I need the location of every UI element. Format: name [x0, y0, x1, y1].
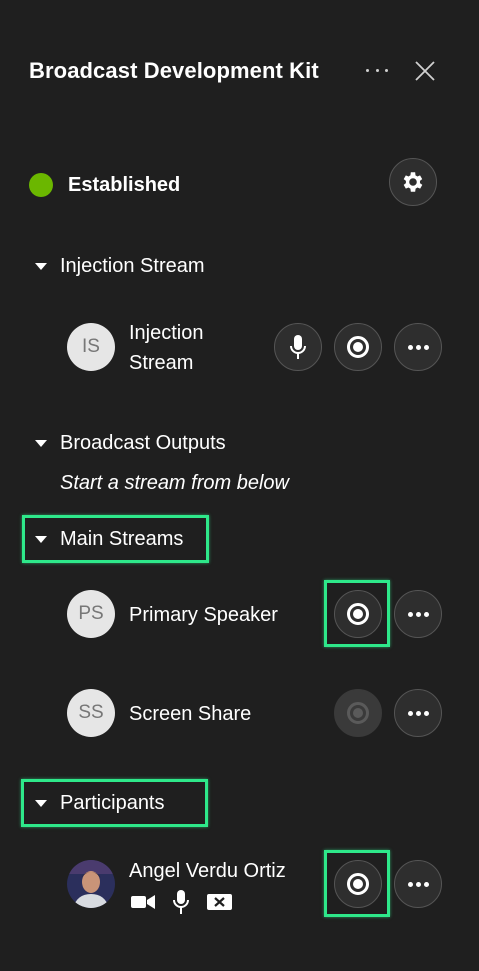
- record-icon: [347, 603, 369, 625]
- more-icon: [407, 710, 429, 716]
- panel-title: Broadcast Development Kit: [29, 58, 319, 83]
- caret-down-icon: [35, 800, 47, 807]
- more-options-icon[interactable]: [366, 60, 388, 80]
- more-button[interactable]: [394, 323, 442, 371]
- record-button[interactable]: [334, 590, 382, 638]
- stream-name: Screen Share: [129, 703, 252, 725]
- more-icon: [407, 611, 429, 617]
- avatar: IS: [67, 323, 115, 371]
- section-title: Broadcast Outputs: [60, 432, 226, 454]
- more-icon: [407, 344, 429, 350]
- section-title: Participants: [60, 792, 165, 814]
- video-camera-icon: [131, 895, 155, 909]
- record-button-disabled: [334, 689, 382, 737]
- caret-down-icon: [35, 440, 47, 447]
- screen-share-off-icon: [207, 894, 232, 910]
- record-icon: [347, 873, 369, 895]
- status-indicator: [29, 173, 53, 197]
- record-icon: [347, 336, 369, 358]
- record-button[interactable]: [334, 860, 382, 908]
- more-button[interactable]: [394, 860, 442, 908]
- avatar: SS: [67, 689, 115, 737]
- broadcast-outputs-section-header[interactable]: Broadcast Outputs: [29, 432, 226, 455]
- more-button[interactable]: [394, 689, 442, 737]
- main-streams-section-header[interactable]: Main Streams: [29, 528, 183, 551]
- settings-button[interactable]: [389, 158, 437, 206]
- stream-name: Primary Speaker: [129, 604, 278, 626]
- microphone-icon: [173, 890, 189, 914]
- gear-icon: [403, 172, 423, 192]
- injection-stream-section-header[interactable]: Injection Stream: [29, 255, 205, 278]
- more-icon: [407, 881, 429, 887]
- avatar: PS: [67, 590, 115, 638]
- caret-down-icon: [35, 536, 47, 543]
- status-label: Established: [68, 174, 181, 196]
- microphone-icon: [290, 335, 306, 359]
- participants-section-header[interactable]: Participants: [29, 792, 165, 815]
- microphone-button[interactable]: [274, 323, 322, 371]
- section-title: Injection Stream: [60, 255, 205, 277]
- section-title: Main Streams: [60, 528, 184, 550]
- participant-avatar: [67, 860, 115, 908]
- close-icon[interactable]: [413, 59, 437, 83]
- more-button[interactable]: [394, 590, 442, 638]
- record-icon: [347, 702, 369, 724]
- record-button[interactable]: [334, 323, 382, 371]
- participant-name: Angel Verdu Ortiz: [129, 860, 286, 882]
- injection-stream-name: Injection Stream: [129, 322, 204, 374]
- outputs-hint: Start a stream from below: [60, 472, 289, 494]
- caret-down-icon: [35, 263, 47, 270]
